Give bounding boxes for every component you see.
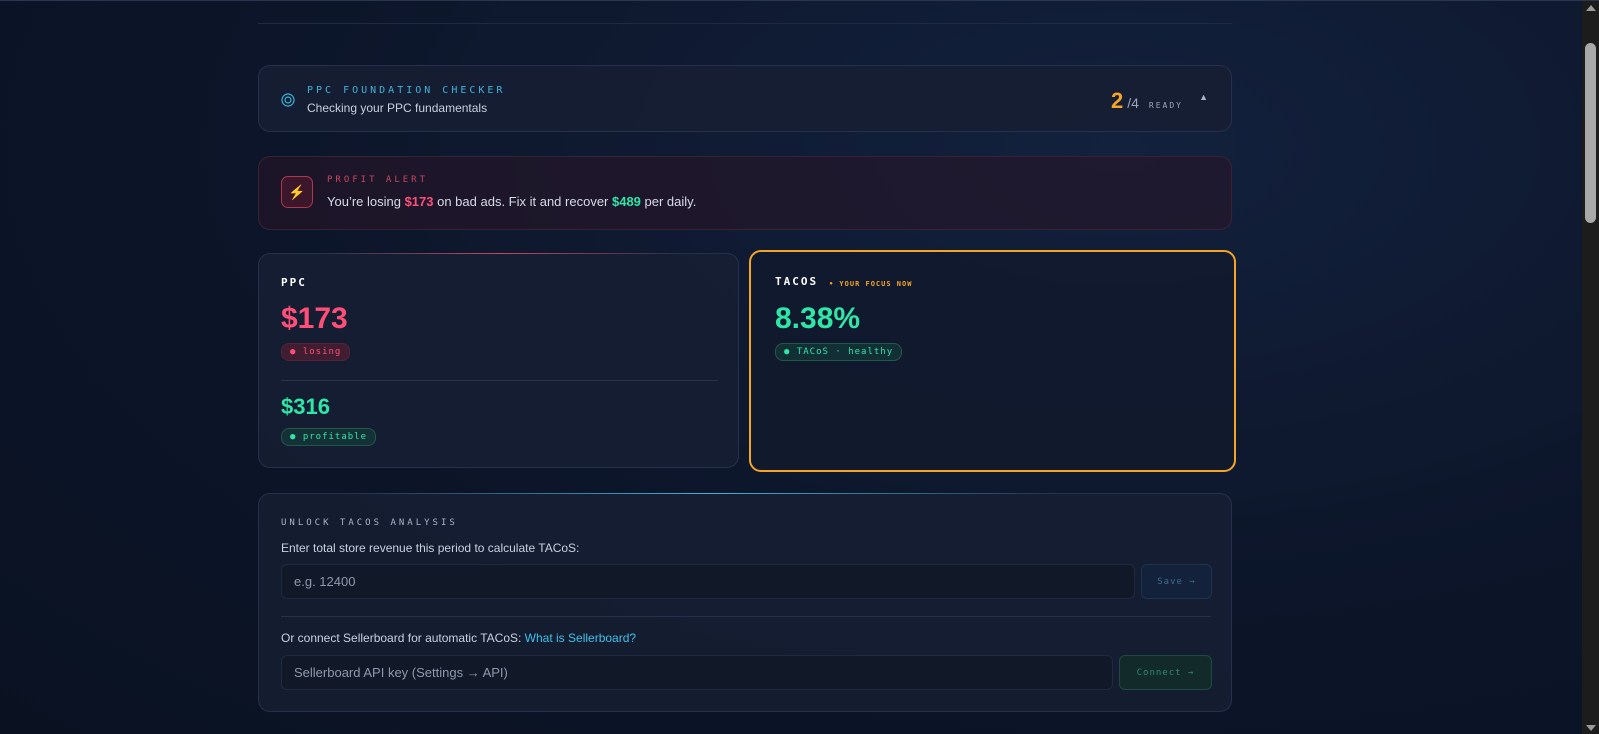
scrollbar-thumb[interactable]	[1585, 43, 1596, 223]
alert-message: You’re losing $173 on bad ads. Fix it an…	[327, 194, 696, 209]
losing-badge: ● losing	[281, 343, 351, 361]
divider	[281, 616, 1211, 617]
ppc-label: PPC	[281, 276, 307, 289]
ppc-card: PPC $173 ● losing $316 ● profitable	[258, 253, 739, 468]
ppc-profitable-value: $316	[281, 394, 330, 419]
page: PPC FOUNDATION CHECKER Checking your PPC…	[0, 0, 1599, 734]
revenue-input[interactable]	[281, 564, 1135, 599]
profitable-badge: ● profitable	[281, 428, 377, 446]
connect-prompt-text: Or connect Sellerboard for automatic TAC…	[281, 631, 525, 645]
ready-total: /4	[1127, 95, 1139, 111]
tacos-value: 8.38%	[775, 302, 861, 335]
alert-recover-amount: $489	[611, 194, 641, 209]
connect-button[interactable]: Connect →	[1119, 655, 1212, 690]
tacos-card: TACOS • YOUR FOCUS NOW 8.38% ● TACoS · h…	[749, 250, 1236, 472]
ppc-losing-value: $173	[281, 302, 348, 335]
checker-subtitle: Checking your PPC fundamentals	[307, 101, 488, 115]
unlock-title: UNLOCK TACOS ANALYSIS	[281, 518, 458, 528]
alert-title: PROFIT ALERT	[327, 175, 429, 185]
what-is-sellerboard-link[interactable]: What is Sellerboard?	[525, 631, 636, 645]
revenue-prompt: Enter total store revenue this period to…	[281, 541, 580, 555]
api-key-input[interactable]	[281, 655, 1113, 690]
target-icon	[281, 93, 295, 107]
scroll-up-arrow-icon[interactable]	[1586, 5, 1596, 11]
ready-number: 2	[1110, 88, 1124, 113]
save-button[interactable]: Save →	[1141, 564, 1212, 599]
scrollbar[interactable]	[1582, 1, 1599, 734]
alert-msg-middle: on bad ads. Fix it and recover	[433, 194, 612, 209]
profit-alert: ⚡ PROFIT ALERT You’re losing $173 on bad…	[258, 156, 1232, 230]
checker-title: PPC FOUNDATION CHECKER	[307, 85, 506, 96]
unlock-tacos-panel: UNLOCK TACOS ANALYSIS Enter total store …	[258, 493, 1232, 712]
focus-badge: • YOUR FOCUS NOW	[829, 280, 913, 288]
alert-loss-amount: $173	[404, 194, 434, 209]
tacos-label: TACOS	[775, 275, 819, 288]
ready-count: 2 /4 READY	[1111, 88, 1183, 114]
tacos-status-badge: ● TACoS · healthy	[775, 343, 903, 361]
connect-prompt: Or connect Sellerboard for automatic TAC…	[281, 631, 636, 645]
scroll-down-arrow-icon[interactable]	[1586, 725, 1596, 731]
divider	[281, 380, 718, 381]
divider	[258, 23, 1232, 24]
alert-msg-prefix: You’re losing	[327, 194, 405, 209]
ppc-foundation-checker[interactable]: PPC FOUNDATION CHECKER Checking your PPC…	[258, 65, 1232, 132]
ready-label: READY	[1148, 101, 1183, 110]
alert-msg-suffix: per daily.	[640, 194, 697, 209]
chevron-up-icon[interactable]: ▲	[1199, 92, 1208, 102]
bolt-icon: ⚡	[281, 176, 313, 208]
